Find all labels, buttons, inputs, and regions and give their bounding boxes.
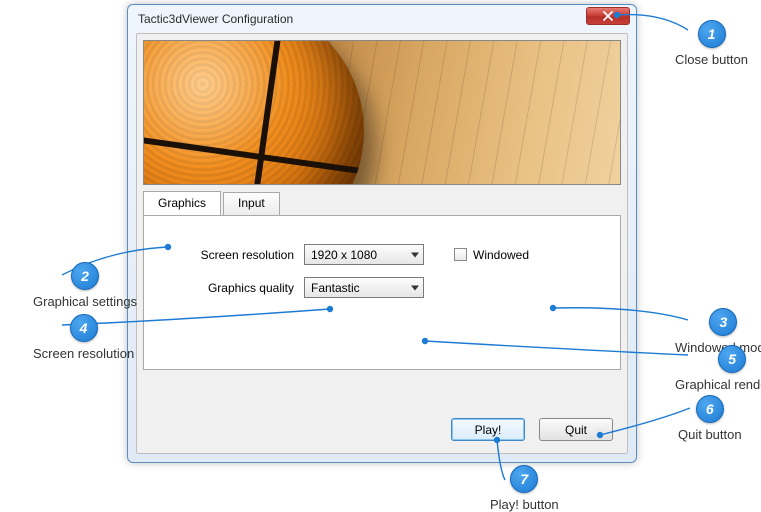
tab-panel-graphics: Screen resolution 1920 x 1080 Windowed G… xyxy=(143,215,621,370)
callout-badge: 3 xyxy=(709,308,737,336)
callout-text: Windowed mode xyxy=(675,340,761,355)
tab-row: Graphics Input xyxy=(143,191,621,215)
callout-text: Graphical rendering xyxy=(675,377,761,392)
callout-badge: 5 xyxy=(718,345,746,373)
quit-button-label: Quit xyxy=(565,423,587,437)
callout-3: 3 Windowed mode xyxy=(675,308,761,355)
callout-2: 2 Graphical settings xyxy=(33,262,137,309)
callout-text: Quit button xyxy=(678,427,742,442)
row-quality: Graphics quality Fantastic xyxy=(164,277,600,298)
button-bar: Play! Quit xyxy=(451,418,613,441)
callout-text: Graphical settings xyxy=(33,294,137,309)
tab-container: Graphics Input Screen resolution 1920 x … xyxy=(143,191,621,370)
callout-6: 6 Quit button xyxy=(678,395,742,442)
banner-image xyxy=(143,40,621,185)
config-window: Tactic3dViewer Configuration Graphics In… xyxy=(127,4,637,463)
row-windowed: Windowed xyxy=(454,248,529,262)
chevron-down-icon xyxy=(411,285,419,290)
ball-seam xyxy=(143,40,364,185)
checkbox-windowed[interactable] xyxy=(454,248,467,261)
close-icon xyxy=(603,11,613,21)
play-button[interactable]: Play! xyxy=(451,418,525,441)
callout-1: 1 Close button xyxy=(675,20,748,67)
callout-badge: 6 xyxy=(696,395,724,423)
callout-5: 5 Graphical rendering xyxy=(675,345,761,392)
callout-7: 7 Play! button xyxy=(490,465,559,512)
tab-input[interactable]: Input xyxy=(223,192,280,216)
basketball-icon xyxy=(143,40,364,185)
combo-resolution-value: 1920 x 1080 xyxy=(311,248,377,262)
client-area: Graphics Input Screen resolution 1920 x … xyxy=(136,33,628,454)
combo-resolution[interactable]: 1920 x 1080 xyxy=(304,244,424,265)
callout-badge: 4 xyxy=(70,314,98,342)
tab-label: Graphics xyxy=(158,196,206,210)
callout-text: Screen resolution xyxy=(33,346,134,361)
callout-badge: 7 xyxy=(510,465,538,493)
window-title: Tactic3dViewer Configuration xyxy=(138,12,293,26)
combo-quality-value: Fantastic xyxy=(311,281,360,295)
combo-quality[interactable]: Fantastic xyxy=(304,277,424,298)
tab-graphics[interactable]: Graphics xyxy=(143,191,221,215)
label-windowed: Windowed xyxy=(473,248,529,262)
row-resolution: Screen resolution 1920 x 1080 Windowed xyxy=(164,244,600,265)
chevron-down-icon xyxy=(411,252,419,257)
label-resolution: Screen resolution xyxy=(164,248,304,262)
tab-label: Input xyxy=(238,196,265,210)
quit-button[interactable]: Quit xyxy=(539,418,613,441)
callout-badge: 1 xyxy=(698,20,726,48)
callout-text: Close button xyxy=(675,52,748,67)
callout-text: Play! button xyxy=(490,497,559,512)
play-button-label: Play! xyxy=(475,423,502,437)
callout-badge: 2 xyxy=(71,262,99,290)
label-quality: Graphics quality xyxy=(164,281,304,295)
titlebar: Tactic3dViewer Configuration xyxy=(128,5,636,33)
close-button[interactable] xyxy=(586,7,630,25)
callout-4: 4 Screen resolution xyxy=(33,314,134,361)
